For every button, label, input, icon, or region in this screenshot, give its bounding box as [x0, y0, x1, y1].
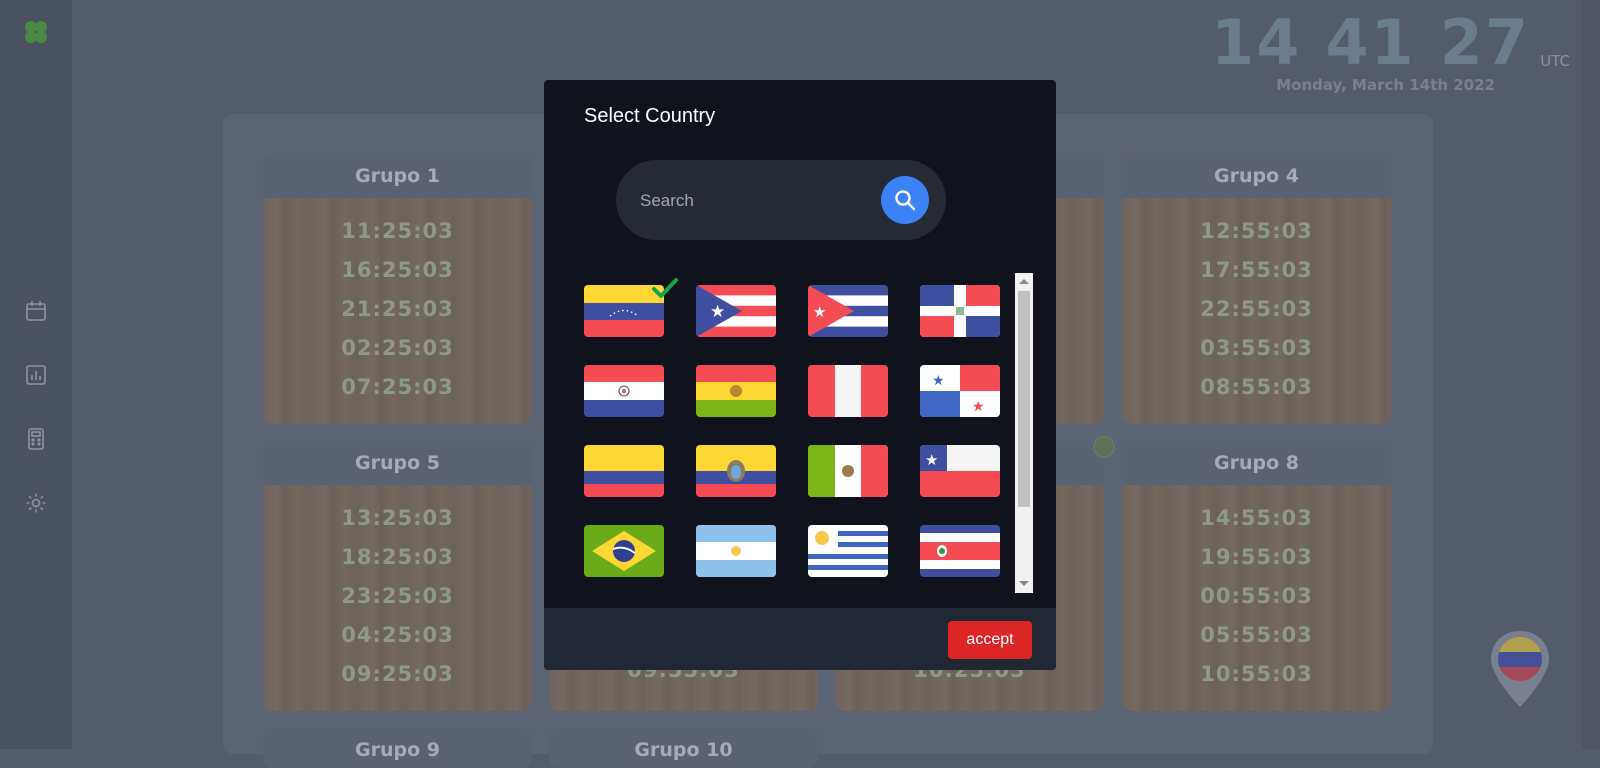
flag-puerto-rico[interactable]: ★ [696, 285, 776, 337]
svg-text:★: ★ [813, 303, 826, 321]
clock-seconds: 27 [1439, 6, 1530, 79]
group-time: 16:25:03 [341, 258, 454, 282]
flag-uruguay[interactable] [808, 525, 888, 577]
flag-chile[interactable]: ★ [920, 445, 1000, 497]
flag-cuba[interactable]: ★ [808, 285, 888, 337]
group-time: 11:25:03 [341, 219, 454, 243]
flag-panama[interactable]: ★ ★ [920, 365, 1000, 417]
clover-icon[interactable] [22, 18, 50, 46]
svg-text:★: ★ [972, 399, 985, 415]
flag-bolivia[interactable] [696, 365, 776, 417]
group-time: 05:55:03 [1200, 623, 1313, 647]
group-title: Grupo 1 [263, 154, 532, 198]
group-card[interactable]: Grupo 10 [549, 728, 818, 768]
group-time: 04:25:03 [341, 623, 454, 647]
clock-digits: 14 41 27 [1187, 6, 1530, 79]
group-time: 17:55:03 [1200, 258, 1313, 282]
flag-venezuela[interactable] [584, 278, 678, 337]
group-title: Grupo 5 [263, 441, 532, 485]
flag-mexico[interactable] [808, 445, 888, 497]
group-title: Grupo 4 [1122, 154, 1391, 198]
clock-minutes: 41 [1325, 6, 1416, 79]
group-time: 18:25:03 [341, 545, 454, 569]
group-time: 13:25:03 [341, 506, 454, 530]
utc-clock: 14 41 27 UTC Monday, March 14th 2022 [1187, 6, 1570, 94]
gear-icon[interactable] [22, 489, 50, 517]
group-time: 08:55:03 [1200, 375, 1313, 399]
group-time: 02:25:03 [341, 336, 454, 360]
accept-button[interactable]: accept [948, 621, 1032, 659]
flag-costa-rica[interactable] [920, 525, 1000, 577]
sidebar [0, 0, 72, 749]
svg-text:★: ★ [925, 451, 938, 469]
group-card[interactable]: Grupo 9 [263, 728, 532, 768]
svg-text:★: ★ [932, 373, 945, 389]
group-time: 14:55:03 [1200, 506, 1313, 530]
group-title: Grupo 9 [263, 728, 532, 768]
check-icon [652, 278, 678, 298]
group-title: Grupo 8 [1122, 441, 1391, 485]
flag-peru[interactable] [808, 365, 888, 417]
group-card[interactable]: Grupo 1 11:25:03 16:25:03 21:25:03 02:25… [263, 154, 532, 424]
clock-date: Monday, March 14th 2022 [1276, 76, 1495, 94]
flag-list-scrollbar[interactable] [1015, 273, 1033, 593]
flag-dominican-republic[interactable] [920, 285, 1000, 337]
search-box [616, 160, 946, 240]
group-card[interactable]: Grupo 4 12:55:03 17:55:03 22:55:03 03:55… [1122, 154, 1391, 424]
status-dot [1093, 436, 1115, 458]
calculator-icon[interactable] [22, 425, 50, 453]
clock-zone: UTC [1540, 52, 1570, 70]
flag-colombia[interactable] [584, 445, 664, 497]
scrollbar-thumb[interactable] [1018, 291, 1030, 507]
svg-text:★: ★ [710, 302, 725, 322]
group-time: 19:55:03 [1200, 545, 1313, 569]
chart-icon[interactable] [22, 361, 50, 389]
group-time: 03:55:03 [1200, 336, 1313, 360]
group-time: 21:25:03 [341, 297, 454, 321]
group-time: 22:55:03 [1200, 297, 1313, 321]
flag-ecuador[interactable] [696, 445, 776, 497]
flag-argentina[interactable] [696, 525, 776, 577]
location-pin-icon[interactable] [1489, 629, 1551, 709]
clock-hours: 14 [1211, 6, 1302, 79]
group-time: 23:25:03 [341, 584, 454, 608]
group-time: 10:55:03 [1200, 662, 1313, 686]
group-time: 00:55:03 [1200, 584, 1313, 608]
calendar-icon[interactable] [22, 297, 50, 325]
flag-brazil[interactable] [584, 525, 664, 577]
page-scrollbar[interactable] [1582, 0, 1600, 749]
flag-paraguay[interactable] [584, 365, 664, 417]
group-card[interactable]: Grupo 8 14:55:03 19:55:03 00:55:03 05:55… [1122, 441, 1391, 711]
group-card[interactable]: Grupo 5 13:25:03 18:25:03 23:25:03 04:25… [263, 441, 532, 711]
search-input[interactable] [638, 184, 862, 218]
group-time: 12:55:03 [1200, 219, 1313, 243]
search-button[interactable] [881, 176, 929, 224]
search-icon [895, 190, 916, 211]
group-time: 09:25:03 [341, 662, 454, 686]
group-title: Grupo 10 [549, 728, 818, 768]
modal-title: Select Country [584, 105, 716, 127]
modal-footer: accept [544, 608, 1056, 670]
country-modal: Select Country ★ ★ ★★ [544, 80, 1056, 670]
group-time: 07:25:03 [341, 375, 454, 399]
